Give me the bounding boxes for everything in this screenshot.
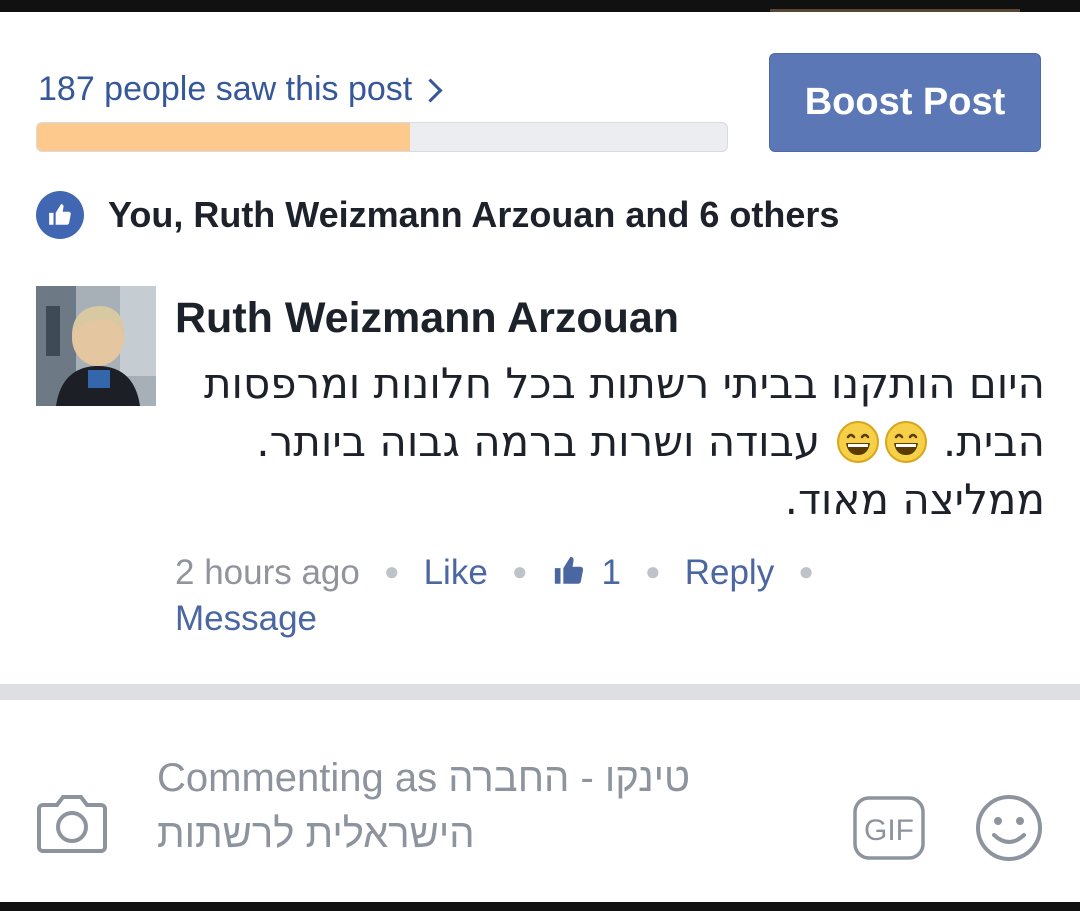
- svg-text:GIF: GIF: [864, 814, 914, 847]
- chevron-right-icon: [418, 78, 443, 103]
- navigation-bar: [0, 902, 1080, 911]
- like-action-link[interactable]: Like: [424, 553, 488, 592]
- smiley-icon[interactable]: [974, 793, 1044, 863]
- reach-progress-bar: [36, 122, 728, 152]
- comment-text: היום הותקנו בביתי רשתות בכל חלונות ומרפס…: [175, 355, 1045, 529]
- comment-input[interactable]: Commenting as טינקו - החברה הישראלית לרש…: [157, 750, 827, 862]
- comment-author-name[interactable]: Ruth Weizmann Arzouan: [175, 294, 679, 343]
- like-count-value: 1: [601, 553, 621, 592]
- reply-action-link[interactable]: Reply: [685, 553, 774, 592]
- grinning-face-emoji-icon: [884, 421, 927, 463]
- boost-post-button[interactable]: Boost Post: [769, 53, 1041, 152]
- like-badge-icon: [36, 191, 84, 239]
- message-action-link[interactable]: Message: [175, 599, 317, 638]
- separator-dot: ●: [645, 556, 661, 586]
- comment-actions: 2 hours ago ● Like ● 1 ● Reply ● Message: [175, 548, 895, 642]
- status-bar-accent: [770, 9, 1020, 12]
- separator-dot: ●: [511, 556, 528, 586]
- thumbs-up-icon: [554, 556, 583, 584]
- commenter-avatar[interactable]: [36, 286, 156, 406]
- reach-progress-fill: [37, 123, 410, 151]
- separator-dot: ●: [798, 556, 814, 586]
- post-reach-label: 187 people saw this post: [38, 70, 413, 108]
- camera-icon[interactable]: [37, 791, 107, 855]
- post-reach-link[interactable]: 187 people saw this post: [38, 70, 443, 109]
- comment-timestamp[interactable]: 2 hours ago: [175, 553, 360, 592]
- section-divider: [0, 684, 1080, 700]
- likes-summary-text: You, Ruth Weizmann Arzouan and 6 others: [108, 194, 840, 235]
- likes-summary[interactable]: You, Ruth Weizmann Arzouan and 6 others: [36, 191, 839, 239]
- separator-dot: ●: [383, 556, 400, 586]
- gif-icon[interactable]: GIF: [853, 796, 925, 860]
- grinning-face-emoji-icon: [836, 421, 879, 463]
- comment-like-count[interactable]: 1: [552, 553, 621, 592]
